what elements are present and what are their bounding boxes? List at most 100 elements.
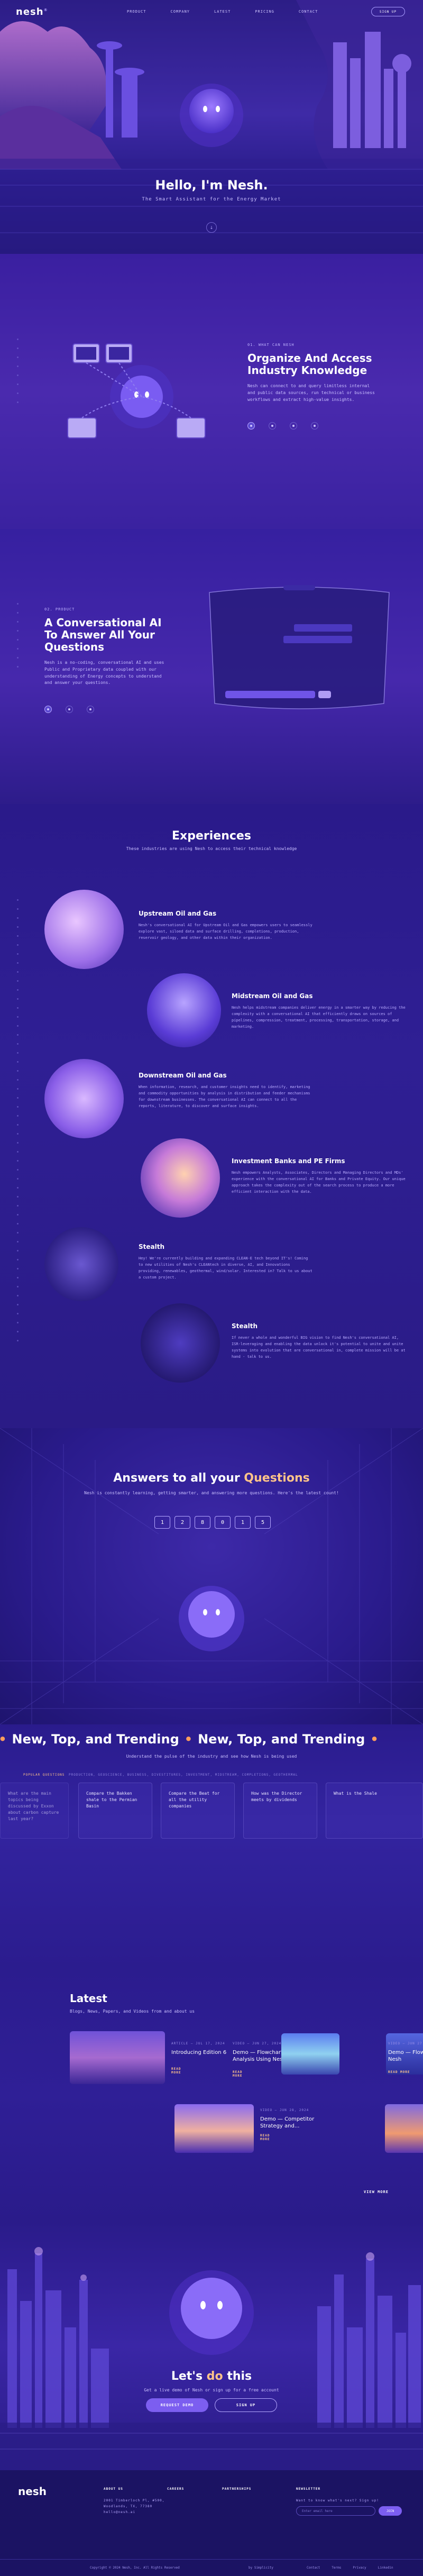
nav-link-pricing[interactable]: PRICING [255,10,274,14]
counter-digit: 5 [255,1516,271,1529]
footer-link-linkedin[interactable]: Linkedin [378,2566,393,2570]
slide-tab-2[interactable] [269,422,276,430]
post-meta: VIDEO — JUN 27, 2024 [233,2042,282,2045]
footer-careers-link[interactable]: CAREERS [167,2487,184,2491]
footer-about-title[interactable]: ABOUT US [104,2487,164,2491]
experience-item-upstream[interactable]: Upstream Oil and Gas Nesh's conversation… [139,910,313,942]
marquee-text: New, Top, and Trending [198,1732,365,1747]
slide-tab-4[interactable] [311,422,318,430]
trending-marquee: g•New, Top, and Trending•New, Top, and T… [0,1732,384,1747]
latest-section: Latest Blogs, News, Papers, and Videos f… [0,1968,423,2222]
slide-tab-1[interactable] [247,422,255,430]
experience-item-investment[interactable]: Investment Banks and PE Firms Nesh empow… [232,1157,406,1195]
experience-title: Midstream Oil and Gas [232,992,313,1000]
counter-digit: 8 [195,1516,210,1529]
post-meta: VIDEO — JUN 28, 2024 [260,2108,309,2112]
answers-subtitle: Nesh is constantly learning, getting sma… [84,1491,339,1495]
section-progress-dots [17,603,19,675]
question-card[interactable]: What are the main topics being discussed… [0,1783,69,1839]
copyright: Copyright © 2024 Nesh, Inc. All Rights R… [90,2566,180,2570]
request-demo-button[interactable]: REQUEST DEMO [146,2398,208,2412]
latest-title: Latest [70,1992,107,2005]
slide-tab-3[interactable] [290,422,297,430]
feature-section-organize: 01. WHAT CAN NESH Organize And Access In… [0,254,423,529]
question-card[interactable]: What is the Shale [326,1783,423,1839]
nesh-orb [189,89,234,133]
experience-body: Nesh helps midstream companies deliver e… [232,1006,406,1029]
read-more-link[interactable]: READ MORE [388,2070,410,2074]
cta-subtitle: Get a live demo of Nesh or sign up for a… [144,2388,279,2392]
footer-newsletter: NEWSLETTER Want to know what's next? Sig… [296,2487,379,2504]
experience-title: Downstream Oil and Gas [139,1072,227,1079]
counter-digit: 2 [174,1516,190,1529]
slide-tab-3[interactable] [87,706,94,714]
footer-link-terms[interactable]: Terms [332,2566,341,2570]
slide-tabs [247,422,380,430]
counter-digit: 1 [154,1516,170,1529]
post-meta: VIDEO — JUN 27, 2024 [388,2042,423,2045]
footer-logo[interactable]: nesh [18,2485,47,2498]
signup-button[interactable]: SIGN UP [371,7,405,16]
question-card[interactable]: How was the Director meets by dividends [243,1783,317,1839]
section-eyebrow: 01. WHAT CAN NESH [247,343,295,347]
question-card[interactable]: Compare the Beat for all the utility com… [161,1783,235,1839]
trending-subtitle: Understand the pulse of the industry and… [126,1754,297,1759]
read-more-link[interactable]: READ MORE [260,2134,270,2141]
answers-section: Answers to all your Questions Nesh is co… [0,1428,423,1724]
slide-tab-2[interactable] [66,706,73,714]
view-more-link[interactable]: VIEW MORE [364,2190,389,2194]
experience-item-downstream[interactable]: Downstream Oil and Gas When information,… [139,1072,313,1110]
experience-item-stealth-2[interactable]: Stealth If never a whole and wonderful B… [232,1322,406,1360]
newsletter-email-input[interactable]: Enter email here [296,2506,375,2516]
experience-body: Nesh empowers Analysts, Associates, Dire… [232,1171,406,1194]
popular-tags[interactable]: PRODUCTION, GEOSCIENCE, BUSINESS, DIVEST… [69,1773,298,1777]
footer-careers: CAREERS [167,2487,184,2498]
experiences-section: Experiences These industries are using N… [0,804,423,1428]
footer-link-contact[interactable]: Contact [307,2566,320,2570]
footer-partnerships: PARTNERSHIPS [222,2487,251,2498]
experience-body: If never a whole and wonderful BIG visio… [232,1336,406,1359]
post-thumbnail [281,2033,339,2075]
answers-title-text: Answers to all your [113,1472,244,1485]
scroll-down-button[interactable]: ↓ [206,222,217,233]
feature-section-conversational: 02. PRODUCT A Conversational AI To Answe… [0,529,423,804]
experience-item-midstream[interactable]: Midstream Oil and Gas Nesh helps midstre… [232,992,406,1030]
nav-link-company[interactable]: COMPANY [171,10,190,14]
footer-link-privacy[interactable]: Privacy [353,2566,366,2570]
cta-title-text: Let's [171,2370,207,2383]
post-title: Demo — Competitor Strategy and... [260,2116,315,2129]
city-illustration [0,2247,423,2470]
footer-bottom-bar: Copyright © 2024 Nesh, Inc. All Rights R… [0,2559,423,2576]
slide-tab-1[interactable] [44,706,52,714]
credit-link[interactable]: by Simplicity [249,2566,273,2570]
question-card[interactable]: Compare the Bakken shale to the Permian … [78,1783,152,1839]
footer-partnerships-link[interactable]: PARTNERSHIPS [222,2487,251,2491]
newsletter-join-button[interactable]: JOIN [379,2506,402,2516]
nav-link-latest[interactable]: LATEST [214,10,231,14]
marquee-text: New, Top, and Trending [12,1732,179,1747]
nav-link-product[interactable]: PRODUCT [127,10,146,14]
nav-link-contact[interactable]: CONTACT [299,10,318,14]
read-more-link[interactable]: READ MORE [171,2067,181,2075]
cta-title-highlight: do [206,2370,223,2383]
stealth-image-1 [44,1227,118,1301]
answers-title: Answers to all your Questions [0,1472,423,1485]
slide-tabs [44,706,166,714]
question-counter: 1 2 8 0 1 5 [154,1516,271,1529]
post-meta: ARTICLE — JUL 17, 2024 [171,2042,225,2045]
post-title: Demo — Flowcharts Analysis Using Nesh [388,2050,423,2062]
midstream-image [147,973,221,1047]
hero-title: Hello, I'm Nesh. [155,178,268,193]
downstream-image [44,1059,124,1138]
experience-item-stealth-1[interactable]: Stealth Hey! We're currently building an… [139,1243,313,1281]
newsletter-title: NEWSLETTER [296,2487,321,2491]
logo[interactable]: nesh® [16,6,48,17]
cta-signup-button[interactable]: SIGN UP [215,2398,277,2412]
top-nav: nesh® PRODUCT COMPANY LATEST PRICING CON… [0,0,423,23]
experiences-subtitle: These industries are using Nesh to acces… [126,846,297,851]
read-more-link[interactable]: READ MORE [233,2070,242,2078]
section-progress-dots [17,339,19,410]
trending-section: g•New, Top, and Trending•New, Top, and T… [0,1724,423,1968]
footer-about: ABOUT US 2001 Timberloch Pl, #500, Woodl… [104,2487,164,2515]
post-card[interactable]: VIDEO — JUN 27, 2024 Demo — Flowcharts A… [388,2031,423,2084]
